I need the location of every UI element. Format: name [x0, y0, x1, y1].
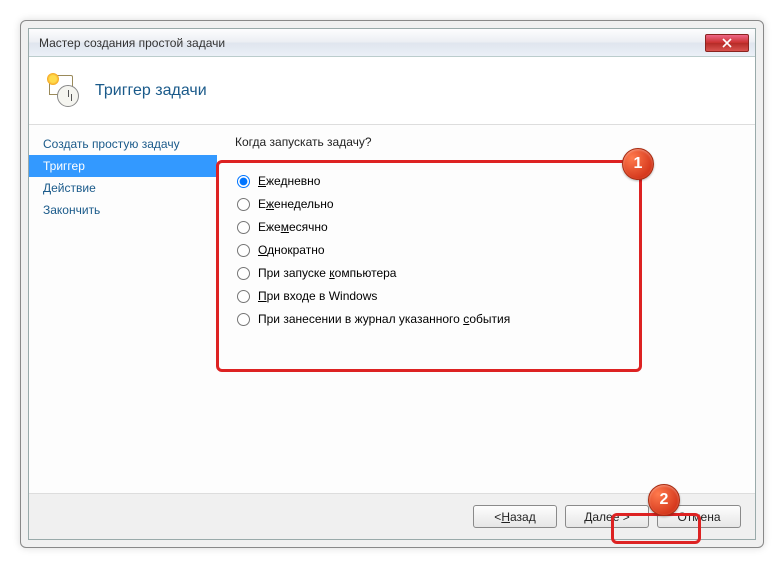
- radio-label: Ежедневно: [258, 174, 320, 188]
- next-button[interactable]: Далее >: [565, 505, 649, 528]
- titlebar: Мастер создания простой задачи: [29, 29, 755, 57]
- radio-option-logon[interactable]: При входе в Windows: [237, 289, 735, 303]
- wizard-main: Когда запускать задачу? Ежедневно Еженед…: [217, 125, 755, 493]
- radio-option-startup[interactable]: При запуске компьютера: [237, 266, 735, 280]
- radio-event[interactable]: [237, 313, 250, 326]
- radio-daily[interactable]: [237, 175, 250, 188]
- sidebar-item-trigger[interactable]: Триггер: [29, 155, 217, 177]
- radio-label: При запуске компьютера: [258, 266, 396, 280]
- wizard-footer: < Назад Далее > Отмена: [29, 493, 755, 539]
- radio-startup[interactable]: [237, 267, 250, 280]
- wizard-sidebar: Создать простую задачу Триггер Действие …: [29, 125, 217, 493]
- wizard-body: Создать простую задачу Триггер Действие …: [29, 125, 755, 493]
- wizard-window: Мастер создания простой задачи Триггер з…: [28, 28, 756, 540]
- back-button[interactable]: < Назад: [473, 505, 557, 528]
- sidebar-item-create[interactable]: Создать простую задачу: [29, 133, 217, 155]
- radio-option-once[interactable]: Однократно: [237, 243, 735, 257]
- window-title: Мастер создания простой задачи: [39, 36, 705, 50]
- radio-label: При входе в Windows: [258, 289, 377, 303]
- radio-label: Ежемесячно: [258, 220, 328, 234]
- radio-option-weekly[interactable]: Еженедельно: [237, 197, 735, 211]
- trigger-radio-group: Ежедневно Еженедельно Ежемесячно Однокра…: [235, 161, 737, 339]
- wizard-header: Триггер задачи: [29, 57, 755, 125]
- radio-monthly[interactable]: [237, 221, 250, 234]
- radio-weekly[interactable]: [237, 198, 250, 211]
- page-title: Триггер задачи: [95, 82, 207, 100]
- window-outer-frame: Мастер создания простой задачи Триггер з…: [20, 20, 764, 548]
- close-button[interactable]: [705, 34, 749, 52]
- radio-option-daily[interactable]: Ежедневно: [237, 174, 735, 188]
- sidebar-item-finish[interactable]: Закончить: [29, 199, 217, 221]
- task-clock-icon: [49, 75, 81, 107]
- sidebar-item-action[interactable]: Действие: [29, 177, 217, 199]
- radio-label: Еженедельно: [258, 197, 334, 211]
- radio-label: При занесении в журнал указанного событи…: [258, 312, 510, 326]
- radio-once[interactable]: [237, 244, 250, 257]
- radio-label: Однократно: [258, 243, 325, 257]
- close-icon: [722, 38, 732, 48]
- cancel-button[interactable]: Отмена: [657, 505, 741, 528]
- radio-option-event[interactable]: При занесении в журнал указанного событи…: [237, 312, 735, 326]
- trigger-question: Когда запускать задачу?: [235, 135, 737, 149]
- radio-option-monthly[interactable]: Ежемесячно: [237, 220, 735, 234]
- radio-logon[interactable]: [237, 290, 250, 303]
